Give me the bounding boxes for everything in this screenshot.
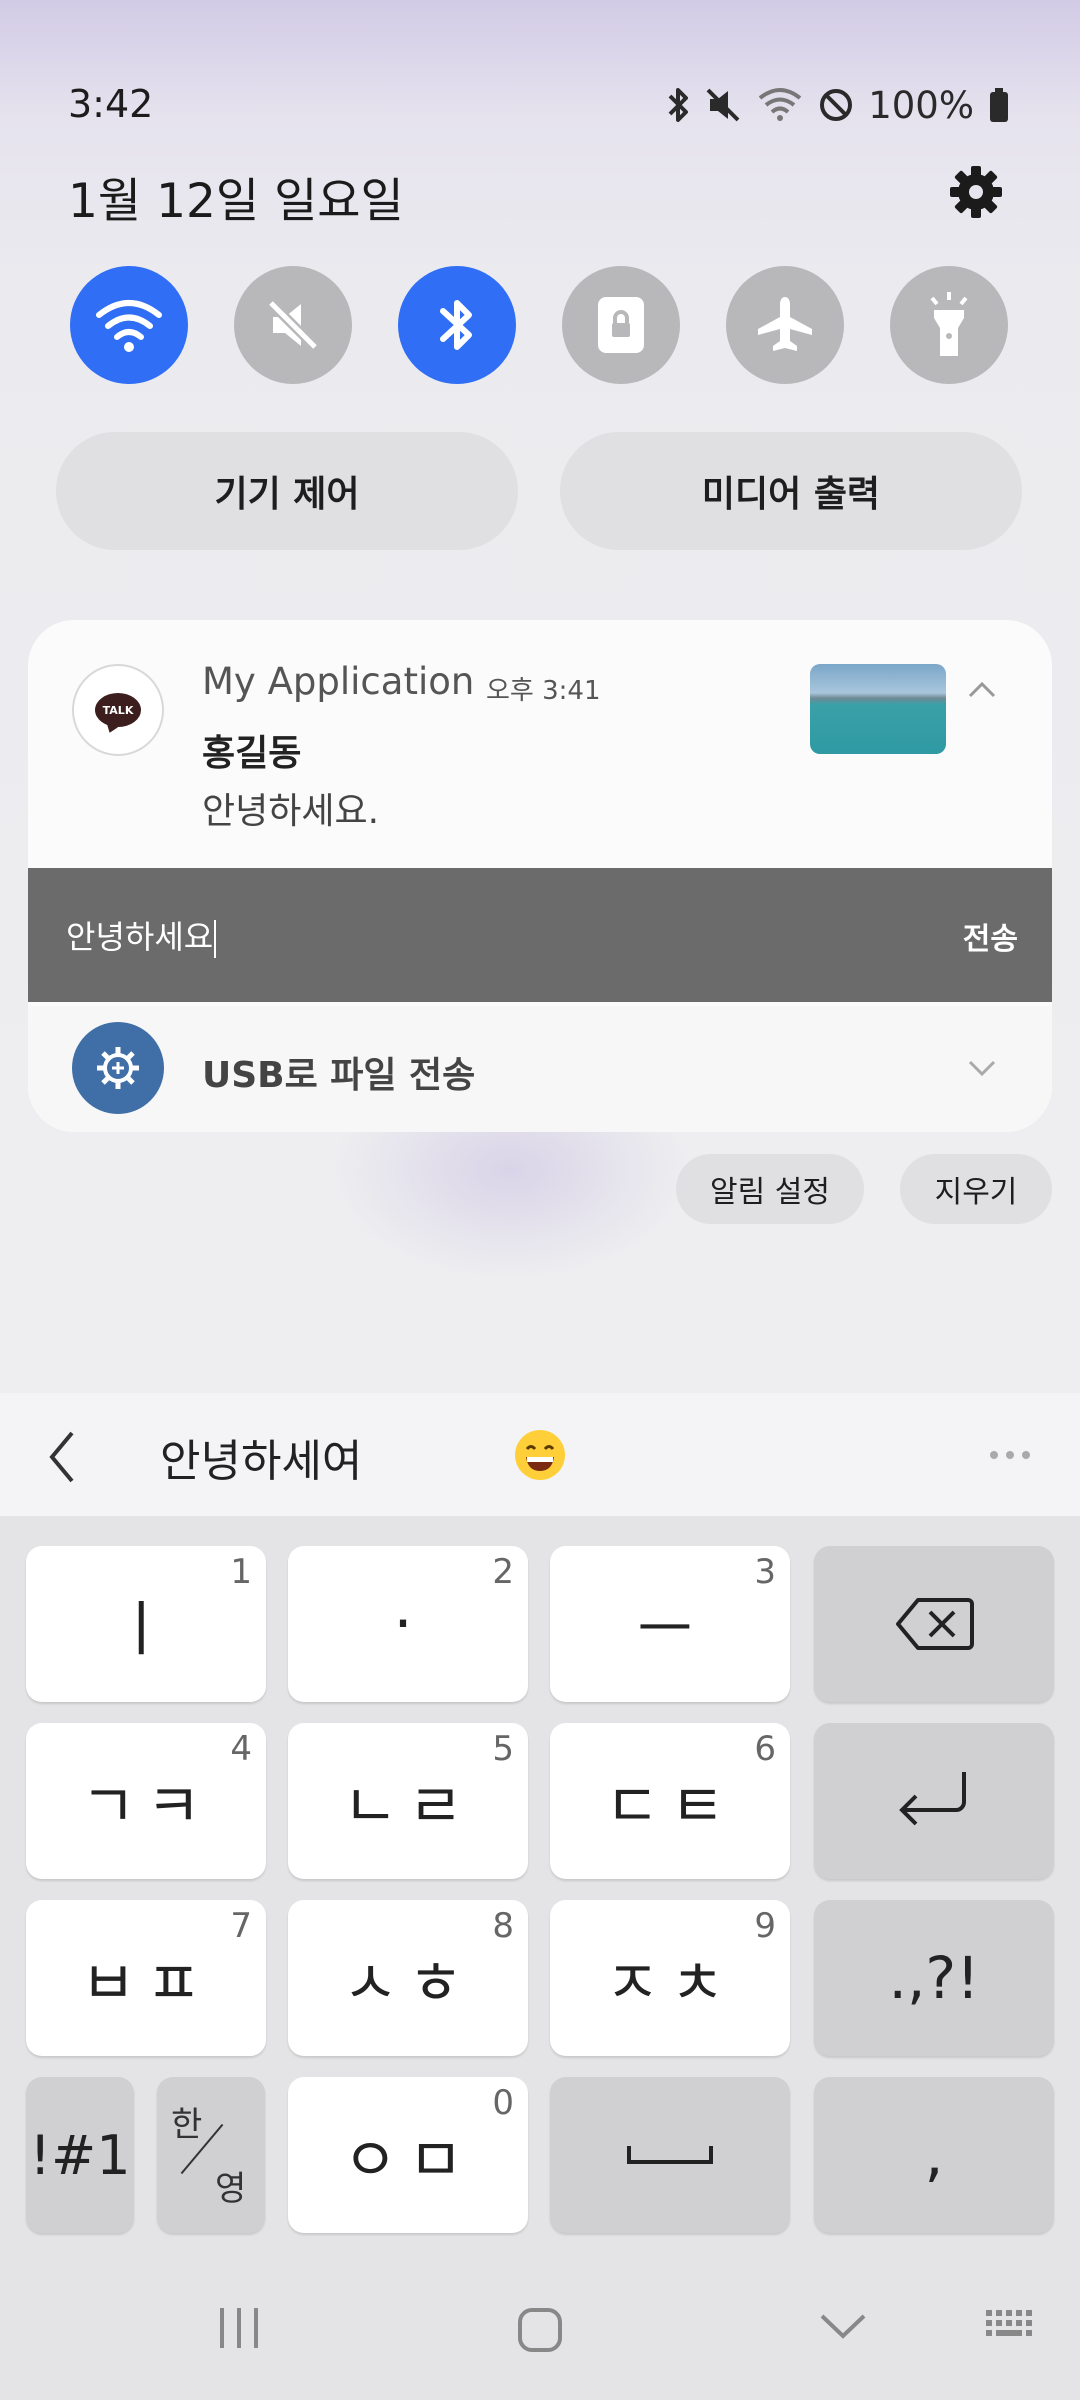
battery-icon — [990, 88, 1008, 122]
chevron-left-icon[interactable] — [44, 1429, 80, 1485]
backspace-icon — [896, 1598, 974, 1650]
sender-name: 홍길동 — [202, 733, 302, 774]
key-label: · — [393, 1589, 423, 1659]
recents-icon[interactable] — [214, 2306, 264, 2350]
reply-bar: 안녕하세요 전송 — [28, 868, 1052, 1002]
image-thumbnail[interactable] — [810, 664, 946, 754]
airplane-toggle[interactable] — [726, 266, 844, 384]
flashlight-icon — [930, 292, 968, 356]
clear-button[interactable]: 지우기 — [900, 1154, 1052, 1224]
text-caret — [214, 920, 217, 958]
key-number: 7 — [230, 1906, 252, 1946]
portrait-lock-toggle[interactable] — [562, 266, 680, 384]
device-control-button[interactable]: 기기 제어 — [56, 432, 518, 550]
talk-logo: TALK — [95, 693, 141, 727]
reply-input[interactable]: 안녕하세요 — [66, 912, 217, 958]
mute-icon — [267, 299, 319, 351]
more-options-icon[interactable] — [990, 1451, 1030, 1459]
grinning-emoji-icon[interactable] — [514, 1429, 566, 1481]
key-label: ㅈㅊ — [604, 1948, 736, 2019]
battery-percent: 100% — [868, 83, 974, 127]
wifi-icon — [96, 300, 162, 352]
notification-time: 오후 3:41 — [486, 676, 601, 706]
airplane-icon — [758, 297, 812, 351]
key-3[interactable]: ㅡ3 — [550, 1546, 790, 1702]
key-5[interactable]: ㄴㄹ 5 — [288, 1723, 528, 1879]
mute-icon — [706, 88, 740, 122]
no-disturb-icon — [820, 89, 853, 121]
punctuation-key[interactable]: .,?! — [814, 1900, 1054, 2056]
key-4[interactable]: ㄱㅋ 4 — [26, 1723, 266, 1879]
portrait-lock-icon — [598, 297, 644, 353]
flashlight-toggle[interactable] — [890, 266, 1008, 384]
backspace-key[interactable] — [814, 1546, 1054, 1702]
keyboard-suggestion-bar: 안녕하세여 — [0, 1393, 1080, 1516]
key-number: 9 — [754, 1906, 776, 1946]
media-output-button[interactable]: 미디어 출력 — [560, 432, 1022, 550]
key-label: ㅂㅍ — [80, 1948, 212, 2019]
usb-notification[interactable]: USB로 파일 전송 — [28, 1006, 1052, 1132]
key-0[interactable]: ㅇㅁ 0 — [288, 2077, 528, 2233]
usb-label: USB로 파일 전송 — [202, 1055, 476, 1096]
space-icon — [627, 2146, 713, 2164]
key-number: 5 — [492, 1729, 514, 1769]
gear-icon[interactable] — [946, 162, 1006, 222]
navigation-bar — [0, 2260, 1080, 2400]
bluetooth-icon — [668, 88, 689, 122]
enter-icon — [899, 1772, 966, 1826]
key-7[interactable]: ㅂㅍ 7 — [26, 1900, 266, 2056]
key-label: ㅣ — [113, 1594, 179, 1665]
notification-card[interactable]: TALK My Application 오후 3:41 홍길동 안녕하세요. 안… — [28, 620, 1052, 1132]
key-number: 4 — [230, 1729, 252, 1769]
reply-input-text: 안녕하세요 — [66, 918, 214, 956]
chevron-down-icon[interactable] — [964, 1050, 1000, 1086]
key-number: 6 — [754, 1729, 776, 1769]
usb-settings-icon — [72, 1022, 164, 1114]
back-down-icon[interactable] — [818, 2306, 868, 2346]
key-number: 1 — [230, 1552, 252, 1592]
key-label: ㅅㅎ — [342, 1948, 474, 2019]
key-6[interactable]: ㄷㅌ 6 — [550, 1723, 790, 1879]
lang-korean: 한 — [171, 2105, 203, 2145]
keyboard-hide-icon[interactable] — [984, 2306, 1040, 2346]
key-label: ㅡ — [637, 1594, 703, 1665]
key-label: ㄴㄹ — [342, 1771, 474, 1842]
status-icons: 100% — [666, 82, 1010, 128]
key-9[interactable]: ㅈㅊ 9 — [550, 1900, 790, 2056]
key-8[interactable]: ㅅㅎ 8 — [288, 1900, 528, 2056]
app-icon: TALK — [72, 664, 164, 756]
status-time: 3:42 — [68, 82, 154, 126]
lang-english: 영 — [215, 2169, 247, 2209]
date-label: 1월 12일 일요일 — [68, 174, 404, 229]
bluetooth-icon — [440, 300, 472, 350]
key-2[interactable]: · 2 — [288, 1546, 528, 1702]
key-number: 2 — [492, 1552, 514, 1592]
chevron-up-icon[interactable] — [964, 672, 1000, 708]
bluetooth-toggle[interactable] — [398, 266, 516, 384]
key-label: ㄷㅌ — [604, 1771, 736, 1842]
enter-key[interactable] — [814, 1723, 1054, 1879]
key-label: ㄱㅋ — [80, 1771, 212, 1842]
home-icon[interactable] — [516, 2306, 564, 2354]
notification-settings-button[interactable]: 알림 설정 — [676, 1154, 864, 1224]
send-button[interactable]: 전송 — [963, 914, 1018, 958]
message-text: 안녕하세요. — [202, 791, 380, 832]
wifi-toggle[interactable] — [70, 266, 188, 384]
key-label: ㅇㅁ — [342, 2125, 474, 2196]
sound-toggle[interactable] — [234, 266, 352, 384]
comma-key[interactable]: , — [814, 2077, 1054, 2233]
language-key[interactable]: 한 영 — [157, 2077, 265, 2233]
key-number: 3 — [754, 1552, 776, 1592]
suggestion-word[interactable]: 안녕하세여 — [160, 1425, 362, 1489]
key-number: 0 — [492, 2083, 514, 2123]
key-number: 8 — [492, 1906, 514, 1946]
space-key[interactable] — [550, 2077, 790, 2233]
symbols-key[interactable]: !#1 — [26, 2077, 134, 2233]
app-name: My Application — [202, 660, 475, 703]
wifi-icon — [758, 88, 802, 121]
key-1[interactable]: ㅣ1 — [26, 1546, 266, 1702]
